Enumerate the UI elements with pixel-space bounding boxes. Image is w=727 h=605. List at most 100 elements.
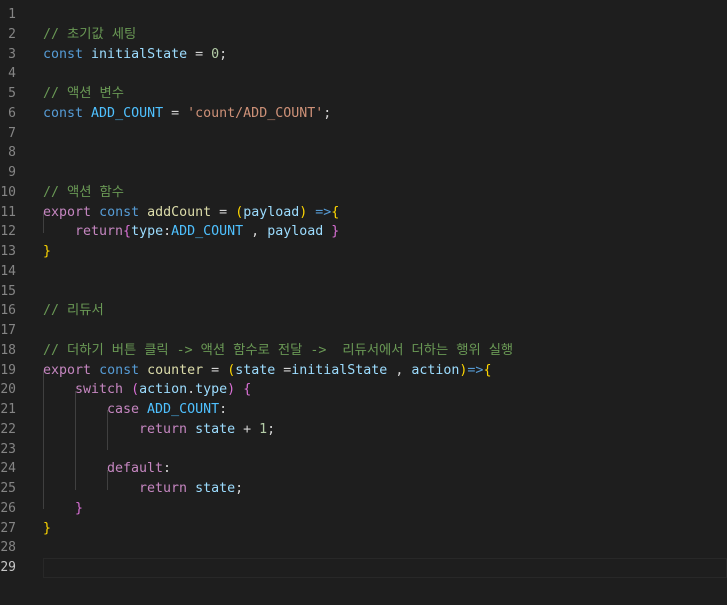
code-token: type: [195, 382, 228, 398]
code-token: export: [43, 204, 92, 220]
code-token: }: [43, 244, 52, 259]
code-token: const: [99, 204, 140, 220]
line-number: 18: [0, 342, 16, 358]
code-token: ;: [219, 46, 228, 62]
code-token: payload: [267, 224, 324, 240]
line-number-gutter: 1 2 3 4 5 6 7 8 9 10 11 12 13 14 15 16 17 18 19 20 21 22 23 24 2…: [0, 0, 24, 605]
code-line[interactable]: switch (action.type) {: [75, 380, 251, 400]
code-token: return: [139, 481, 188, 496]
line-number: 15: [0, 283, 16, 299]
code-line[interactable]: // 리듀서: [43, 301, 104, 321]
line-number: 26: [0, 500, 16, 516]
line-number: 16: [0, 303, 16, 319]
code-line[interactable]: default:: [107, 459, 171, 479]
code-line[interactable]: // 액션 함수: [43, 183, 124, 203]
code-token: 1: [259, 421, 268, 437]
code-token: }: [331, 224, 340, 240]
code-line[interactable]: export const addCount = (payload) =>{: [43, 203, 339, 223]
code-token: {: [243, 382, 252, 398]
code-token: ;: [235, 481, 244, 496]
code-line[interactable]: }: [43, 242, 51, 262]
code-token: state: [195, 481, 236, 496]
code-token: {: [123, 224, 132, 240]
code-token: (: [235, 204, 244, 220]
code-token: }: [75, 500, 84, 516]
code-line[interactable]: return{type:ADD_COUNT , payload }: [75, 222, 339, 242]
code-token: action: [411, 362, 460, 378]
line-number: 22: [0, 421, 16, 437]
code-line[interactable]: case ADD_COUNT:: [107, 400, 227, 420]
code-token: =: [211, 204, 236, 220]
code-token: ,: [243, 224, 268, 240]
line-number: 21: [0, 402, 16, 417]
code-token: // 액션 함수: [43, 184, 124, 200]
code-token: (: [131, 382, 140, 398]
line-number: 19: [0, 362, 16, 378]
code-token: ,: [387, 362, 412, 378]
code-token: =: [187, 46, 212, 62]
code-token: const: [43, 46, 84, 62]
code-token: :: [163, 461, 172, 477]
code-token: state: [235, 362, 276, 378]
code-token: {: [331, 204, 340, 220]
code-token: :: [163, 224, 172, 240]
code-token: addCount: [147, 204, 212, 220]
code-token: :: [219, 402, 228, 417]
code-token: const: [43, 105, 84, 121]
code-token: const: [99, 362, 140, 378]
line-number: 9: [8, 165, 16, 180]
line-number: 2: [8, 26, 16, 42]
code-token: // 더하기 버튼 클릭 -> 액션 함수로 전달 -> 리듀서에서 더하는 행…: [43, 342, 514, 358]
code-area[interactable]: // 초기값 세팅 const initialState = 0; // 액션 변수…: [43, 0, 727, 605]
code-token: // 액션 변수: [43, 86, 124, 101]
code-line[interactable]: }: [43, 519, 51, 539]
code-token: =: [275, 362, 292, 378]
line-number: 11: [0, 204, 16, 220]
code-line[interactable]: }: [75, 499, 83, 519]
line-number: 14: [0, 263, 16, 279]
code-token: case: [107, 402, 140, 417]
indent-guide: [75, 391, 76, 490]
code-editor[interactable]: 1 2 3 4 5 6 7 8 9 10 11 12 13 14 15 16 17 18 19 20 21 22 23 24 2…: [0, 0, 727, 605]
code-token: return: [75, 224, 124, 240]
line-number: 7: [8, 125, 16, 141]
line-number: 23: [0, 441, 16, 457]
code-line[interactable]: // 액션 변수: [43, 84, 124, 104]
code-token: =: [203, 362, 228, 378]
code-line[interactable]: // 더하기 버튼 클릭 -> 액션 함수로 전달 -> 리듀서에서 더하는 행…: [43, 341, 513, 361]
code-token: // 초기값 세팅: [43, 26, 137, 42]
line-number: 27: [0, 520, 16, 536]
code-token: (: [227, 362, 236, 378]
code-token: =>: [467, 362, 484, 378]
code-token: initialState: [91, 46, 188, 62]
line-number: 29: [0, 560, 16, 575]
code-token: state: [195, 421, 236, 437]
code-token: =>: [315, 204, 332, 220]
code-line[interactable]: const ADD_COUNT = 'count/ADD_COUNT';: [43, 104, 331, 124]
code-line[interactable]: return state + 1;: [139, 420, 275, 440]
code-token: ADD_COUNT: [171, 224, 244, 240]
code-token: 'count/ADD_COUNT': [187, 105, 324, 121]
code-token: .: [187, 382, 196, 398]
line-number: 1: [8, 7, 16, 22]
line-number: 13: [0, 244, 16, 259]
line-number: 8: [8, 145, 16, 161]
line-number: 12: [0, 224, 16, 240]
code-line[interactable]: export const counter = (state =initialSt…: [43, 361, 491, 381]
code-token: +: [235, 421, 260, 437]
line-number: 25: [0, 481, 16, 496]
code-line[interactable]: // 초기값 세팅: [43, 25, 136, 45]
line-number: 6: [8, 105, 16, 121]
code-line[interactable]: return state;: [139, 479, 243, 499]
indent-guide: [43, 371, 44, 509]
code-line[interactable]: const initialState = 0;: [43, 45, 227, 65]
code-token: ;: [323, 105, 332, 121]
code-token: initialState: [291, 362, 388, 378]
